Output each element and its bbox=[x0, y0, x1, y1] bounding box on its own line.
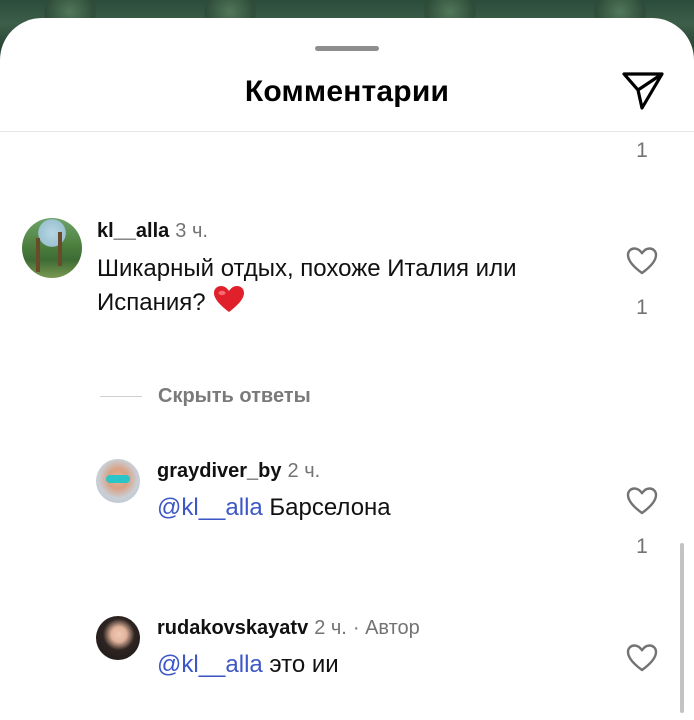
heart-icon[interactable] bbox=[626, 643, 658, 673]
drag-handle[interactable] bbox=[315, 46, 379, 51]
like-count: 1 bbox=[636, 296, 648, 319]
header-divider bbox=[0, 131, 694, 132]
comment-time: 3 ч. bbox=[175, 220, 208, 242]
like-count: 1 bbox=[636, 139, 648, 162]
heart-icon[interactable] bbox=[626, 486, 658, 516]
palm-trunk-shape bbox=[58, 232, 62, 266]
comments-sheet: Комментарии 1 kl__alla 3 ч. Шикарный отды… bbox=[0, 18, 694, 720]
red-heart-emoji-icon bbox=[214, 286, 245, 312]
send-icon[interactable] bbox=[620, 70, 666, 112]
reply-text-content: это ии bbox=[269, 651, 339, 678]
avatar[interactable] bbox=[96, 616, 140, 660]
scrollbar[interactable] bbox=[680, 543, 684, 713]
heart-icon[interactable] bbox=[626, 246, 658, 276]
comment-username[interactable]: kl__alla 3 ч. bbox=[97, 220, 208, 243]
replies-divider-line bbox=[100, 396, 142, 397]
author-tag: · Автор bbox=[352, 617, 420, 639]
username-text[interactable]: graydiver_by bbox=[157, 460, 282, 482]
like-count: 1 bbox=[636, 535, 648, 558]
reply-text: @kl__alla это ии bbox=[157, 650, 339, 680]
page-title: Комментарии bbox=[244, 75, 450, 108]
mention-link[interactable]: @kl__alla bbox=[157, 651, 263, 678]
username-text[interactable]: kl__alla bbox=[97, 220, 169, 242]
username-text[interactable]: rudakovskayatv bbox=[157, 617, 308, 639]
comment-text: Шикарный отдых, похоже Италия или Испани… bbox=[97, 254, 597, 318]
avatar[interactable] bbox=[96, 459, 140, 503]
palm-trunk-shape bbox=[36, 238, 40, 272]
reply-text-content: Барселона bbox=[269, 494, 391, 521]
hide-replies-button[interactable]: Скрыть ответы bbox=[158, 385, 311, 408]
reply-time: 2 ч. bbox=[314, 617, 347, 639]
reply-username[interactable]: rudakovskayatv 2 ч. · Автор bbox=[157, 617, 420, 640]
reply-username[interactable]: graydiver_by 2 ч. bbox=[157, 460, 320, 483]
mention-link[interactable]: @kl__alla bbox=[157, 494, 263, 521]
reply-time: 2 ч. bbox=[287, 460, 321, 482]
reply-text: @kl__alla Барселона bbox=[157, 493, 391, 523]
comment-text-content: Шикарный отдых, похоже Италия или Испани… bbox=[97, 255, 517, 316]
avatar[interactable] bbox=[22, 218, 82, 278]
sunglasses-shape bbox=[106, 475, 130, 483]
